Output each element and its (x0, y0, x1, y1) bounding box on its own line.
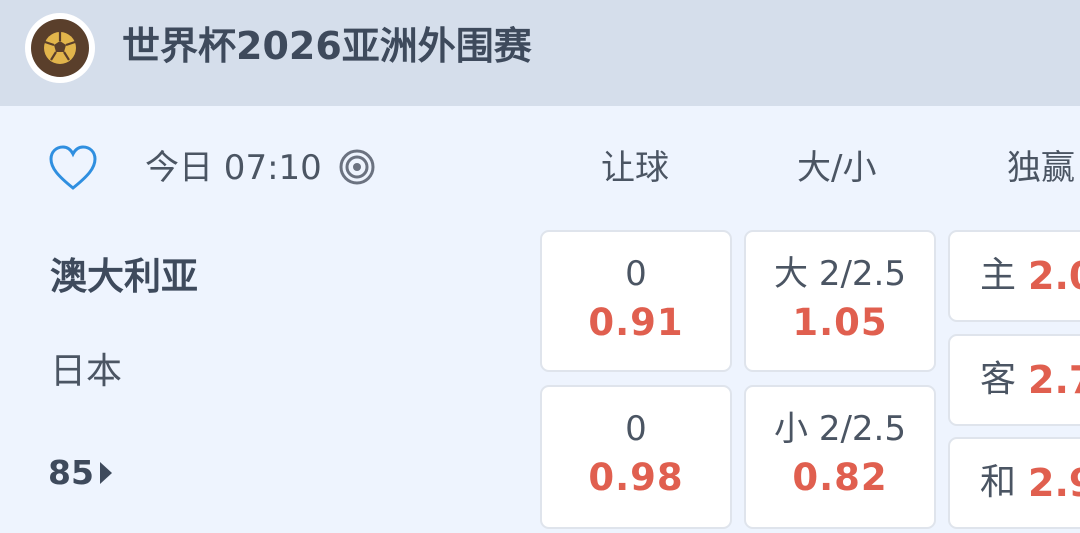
moneyline-label: 客 (980, 359, 1017, 400)
match-card: 今日 07:10 让球 大/小 独赢 澳大利亚 日本 85 0 0.91 大 2… (0, 106, 1080, 533)
league-title: 世界杯2026亚洲外围赛 (122, 24, 532, 68)
league-logo (25, 13, 95, 83)
heart-icon[interactable] (48, 144, 98, 192)
soccer-ball-icon (44, 32, 76, 64)
column-header-handicap: 让球 (601, 148, 669, 188)
column-header-moneyline: 独赢 (1007, 148, 1075, 188)
moneyline-odds: 2.9 (1028, 461, 1080, 505)
moneyline-draw[interactable]: 和 2.9 (948, 437, 1080, 529)
moneyline-label: 主 (980, 255, 1017, 296)
away-team: 日本 (50, 351, 123, 392)
handicap-line: 0 (625, 409, 647, 449)
home-team: 澳大利亚 (50, 255, 198, 298)
column-header-over-under: 大/小 (797, 148, 877, 188)
league-header: 世界杯2026亚洲外围赛 (0, 0, 1080, 106)
moneyline-home[interactable]: 主 2.0 (948, 230, 1080, 322)
moneyline-odds: 2.7 (1028, 358, 1080, 402)
handicap-home-odds[interactable]: 0 0.91 (540, 230, 732, 372)
caret-right-icon (99, 462, 112, 484)
handicap-odds: 0.91 (588, 301, 684, 344)
handicap-line: 0 (625, 254, 647, 294)
more-markets-link[interactable]: 85 (48, 451, 112, 495)
over-under-line: 小 2/2.5 (774, 409, 906, 449)
more-markets-count: 85 (48, 453, 94, 492)
over-under-odds: 0.82 (792, 456, 888, 499)
handicap-away-odds[interactable]: 0 0.98 (540, 385, 732, 529)
moneyline-odds: 2.0 (1028, 254, 1080, 298)
over-odds[interactable]: 大 2/2.5 1.05 (744, 230, 936, 372)
live-target-icon[interactable] (338, 148, 376, 186)
over-under-odds: 1.05 (792, 301, 888, 344)
moneyline-label: 和 (980, 462, 1017, 503)
match-time: 今日 07:10 (145, 148, 322, 188)
handicap-odds: 0.98 (588, 456, 684, 499)
over-under-line: 大 2/2.5 (774, 254, 906, 294)
moneyline-away[interactable]: 客 2.7 (948, 334, 1080, 426)
under-odds[interactable]: 小 2/2.5 0.82 (744, 385, 936, 529)
